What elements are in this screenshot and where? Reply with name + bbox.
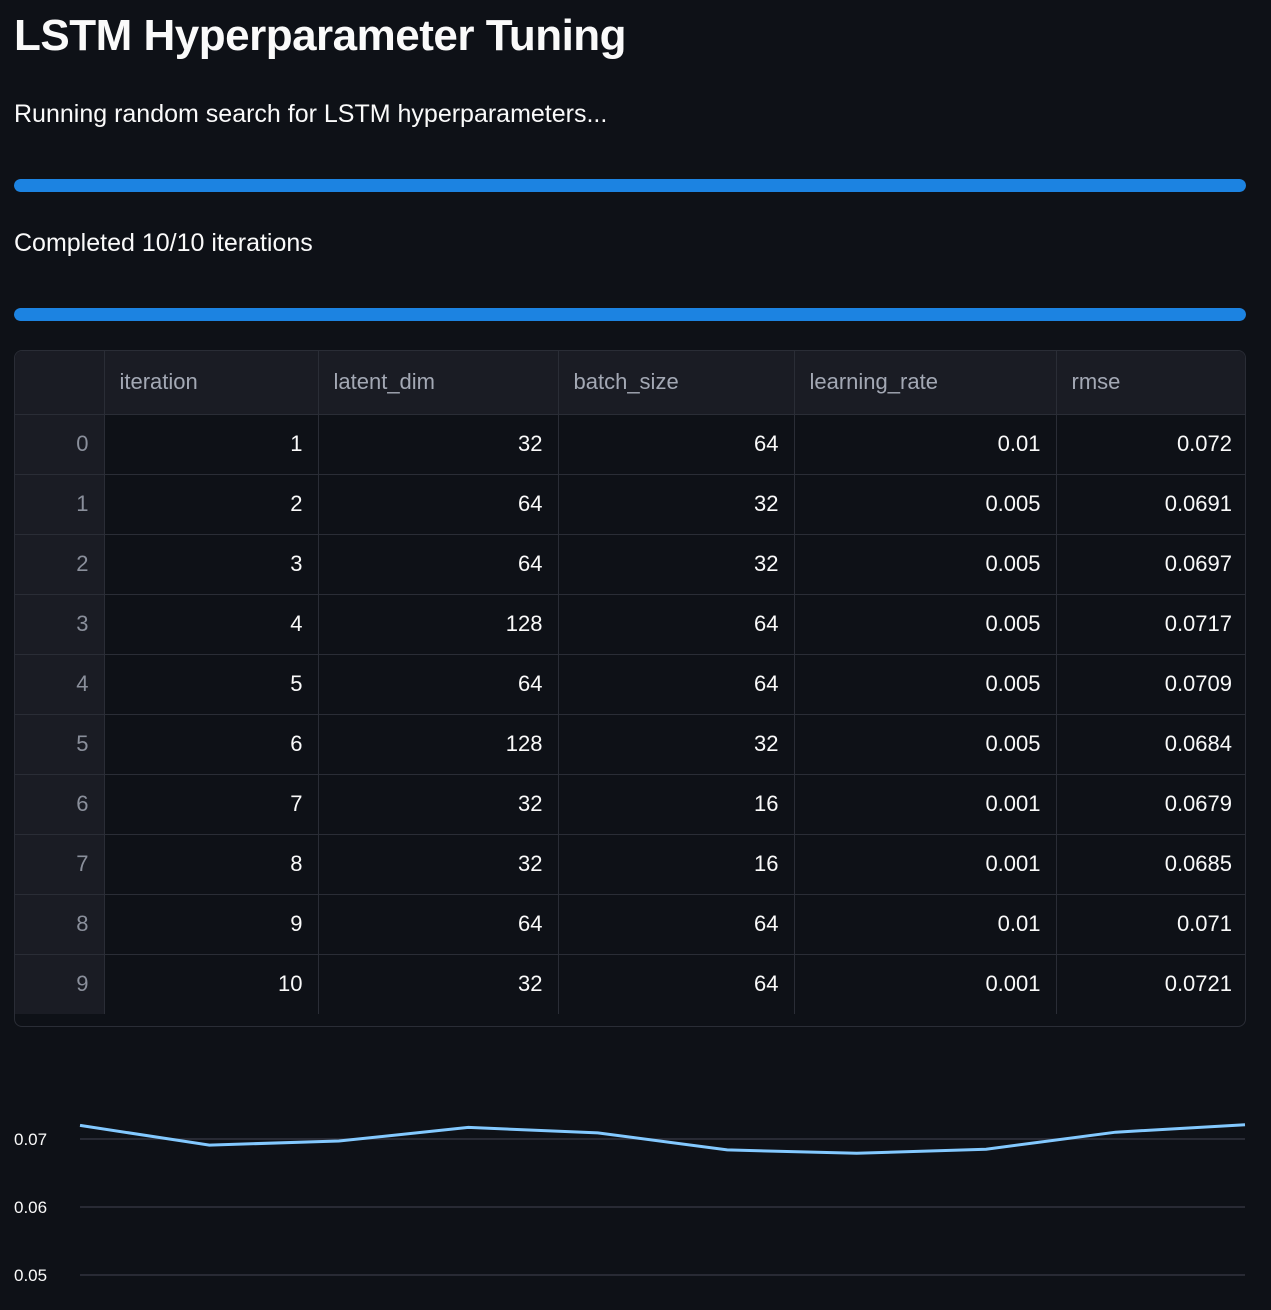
table-cell-rmse[interactable]: 0.071 <box>1056 894 1245 955</box>
table-cell-learning-rate[interactable]: 0.01 <box>794 894 1057 955</box>
table-cell-iteration[interactable]: 10 <box>104 954 319 1014</box>
table-cell-rmse[interactable]: 0.0685 <box>1056 834 1245 895</box>
row-index-cell[interactable]: 6 <box>15 774 105 835</box>
table-cell-batch-size[interactable]: 32 <box>558 474 795 535</box>
chart-gridlines <box>80 1138 1245 1276</box>
chart-y-axis: 0.07 0.06 0.05 <box>14 1130 47 1285</box>
table-cell-batch-size[interactable]: 64 <box>558 414 795 475</box>
table-row: 7 8 32 16 0.001 0.0685 <box>15 834 1245 895</box>
app-page: LSTM Hyperparameter Tuning Running rando… <box>0 0 1271 1310</box>
table-cell-latent-dim[interactable]: 64 <box>318 894 559 955</box>
y-tick-label: 0.06 <box>14 1198 47 1217</box>
table-row: 4 5 64 64 0.005 0.0709 <box>15 654 1245 715</box>
row-index-cell[interactable]: 2 <box>15 534 105 595</box>
iteration-status: Completed 10/10 iterations <box>14 229 313 257</box>
y-tick-label: 0.07 <box>14 1130 47 1149</box>
column-header-index[interactable] <box>15 351 105 415</box>
table-cell-latent-dim[interactable]: 64 <box>318 474 559 535</box>
table-cell-latent-dim[interactable]: 32 <box>318 834 559 895</box>
status-message: Running random search for LSTM hyperpara… <box>14 100 608 128</box>
table-cell-learning-rate[interactable]: 0.001 <box>794 774 1057 835</box>
table-cell-iteration[interactable]: 6 <box>104 714 319 775</box>
table-cell-iteration[interactable]: 4 <box>104 594 319 655</box>
table-row: 3 4 128 64 0.005 0.0717 <box>15 594 1245 655</box>
table-cell-batch-size[interactable]: 32 <box>558 714 795 775</box>
row-index-cell[interactable]: 0 <box>15 414 105 475</box>
table-cell-learning-rate[interactable]: 0.001 <box>794 954 1057 1014</box>
table-header-row: iteration latent_dim batch_size learning_ra… <box>15 351 1245 415</box>
table-cell-latent-dim[interactable]: 128 <box>318 594 559 655</box>
table-cell-rmse[interactable]: 0.072 <box>1056 414 1245 475</box>
table-row: 5 6 128 32 0.005 0.0684 <box>15 714 1245 775</box>
table-row: 0 1 32 64 0.01 0.072 <box>15 414 1245 475</box>
table-cell-batch-size[interactable]: 16 <box>558 774 795 835</box>
table-cell-rmse[interactable]: 0.0717 <box>1056 594 1245 655</box>
column-header-latent-dim[interactable]: latent_dim <box>318 351 559 415</box>
table-cell-iteration[interactable]: 7 <box>104 774 319 835</box>
table-cell-batch-size[interactable]: 16 <box>558 834 795 895</box>
table-cell-batch-size[interactable]: 64 <box>558 954 795 1014</box>
table-cell-batch-size[interactable]: 64 <box>558 894 795 955</box>
table-row: 9 10 32 64 0.001 0.0721 <box>15 954 1245 1014</box>
table-cell-learning-rate[interactable]: 0.005 <box>794 594 1057 655</box>
table-cell-batch-size[interactable]: 32 <box>558 534 795 595</box>
table-row: 6 7 32 16 0.001 0.0679 <box>15 774 1245 835</box>
table-cell-iteration[interactable]: 3 <box>104 534 319 595</box>
table-cell-batch-size[interactable]: 64 <box>558 594 795 655</box>
table-cell-learning-rate[interactable]: 0.005 <box>794 534 1057 595</box>
table-cell-latent-dim[interactable]: 64 <box>318 534 559 595</box>
iteration-progress-fill <box>14 308 1246 321</box>
column-header-iteration[interactable]: iteration <box>104 351 319 415</box>
table-cell-rmse[interactable]: 0.0709 <box>1056 654 1245 715</box>
row-index-cell[interactable]: 3 <box>15 594 105 655</box>
table-cell-latent-dim[interactable]: 64 <box>318 654 559 715</box>
table-cell-rmse[interactable]: 0.0691 <box>1056 474 1245 535</box>
row-index-cell[interactable]: 8 <box>15 894 105 955</box>
table-cell-latent-dim[interactable]: 32 <box>318 774 559 835</box>
table-cell-rmse[interactable]: 0.0721 <box>1056 954 1245 1014</box>
table-cell-rmse[interactable]: 0.0697 <box>1056 534 1245 595</box>
table-cell-learning-rate[interactable]: 0.001 <box>794 834 1057 895</box>
search-progress-bar <box>14 179 1246 192</box>
rmse-line-chart[interactable]: 0.07 0.06 0.05 <box>0 1090 1271 1310</box>
table-cell-learning-rate[interactable]: 0.005 <box>794 714 1057 775</box>
column-header-batch-size[interactable]: batch_size <box>558 351 795 415</box>
column-header-rmse[interactable]: rmse <box>1056 351 1245 415</box>
table-cell-iteration[interactable]: 2 <box>104 474 319 535</box>
y-tick-label: 0.05 <box>14 1266 47 1285</box>
table-cell-rmse[interactable]: 0.0679 <box>1056 774 1245 835</box>
row-index-cell[interactable]: 5 <box>15 714 105 775</box>
results-table: iteration latent_dim batch_size learning_ra… <box>15 351 1245 1014</box>
column-header-learning-rate[interactable]: learning_rate <box>794 351 1057 415</box>
table-cell-learning-rate[interactable]: 0.005 <box>794 474 1057 535</box>
table-cell-learning-rate[interactable]: 0.01 <box>794 414 1057 475</box>
row-index-cell[interactable]: 1 <box>15 474 105 535</box>
search-progress-fill <box>14 179 1246 192</box>
table-row: 2 3 64 32 0.005 0.0697 <box>15 534 1245 595</box>
table-cell-latent-dim[interactable]: 32 <box>318 414 559 475</box>
row-index-cell[interactable]: 4 <box>15 654 105 715</box>
table-cell-latent-dim[interactable]: 32 <box>318 954 559 1014</box>
row-index-cell[interactable]: 9 <box>15 954 105 1014</box>
table-cell-latent-dim[interactable]: 128 <box>318 714 559 775</box>
table-row: 8 9 64 64 0.01 0.071 <box>15 894 1245 955</box>
table-cell-iteration[interactable]: 5 <box>104 654 319 715</box>
table-cell-learning-rate[interactable]: 0.005 <box>794 654 1057 715</box>
iteration-progress-bar <box>14 308 1246 321</box>
table-cell-batch-size[interactable]: 64 <box>558 654 795 715</box>
table-row: 1 2 64 32 0.005 0.0691 <box>15 474 1245 535</box>
results-dataframe[interactable]: iteration latent_dim batch_size learning_ra… <box>14 350 1246 1027</box>
table-cell-iteration[interactable]: 9 <box>104 894 319 955</box>
table-cell-rmse[interactable]: 0.0684 <box>1056 714 1245 775</box>
table-cell-iteration[interactable]: 1 <box>104 414 319 475</box>
row-index-cell[interactable]: 7 <box>15 834 105 895</box>
page-title: LSTM Hyperparameter Tuning <box>14 11 627 60</box>
table-cell-iteration[interactable]: 8 <box>104 834 319 895</box>
